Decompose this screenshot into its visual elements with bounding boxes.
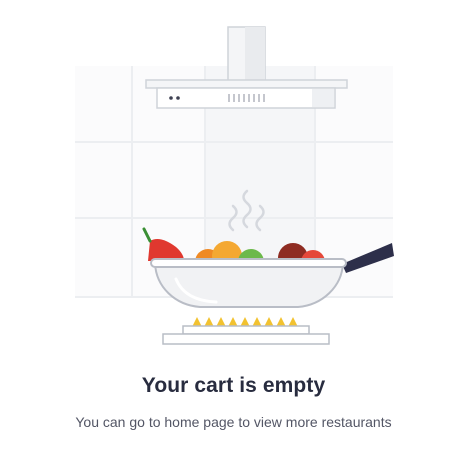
empty-cart-illustration <box>0 0 467 360</box>
stove-burner <box>162 325 330 345</box>
empty-cart-title: Your cart is empty <box>141 374 326 397</box>
cooking-pan-on-stove-icon <box>75 26 394 345</box>
empty-cart-subtitle: You can go to home page to view more res… <box>75 414 392 430</box>
